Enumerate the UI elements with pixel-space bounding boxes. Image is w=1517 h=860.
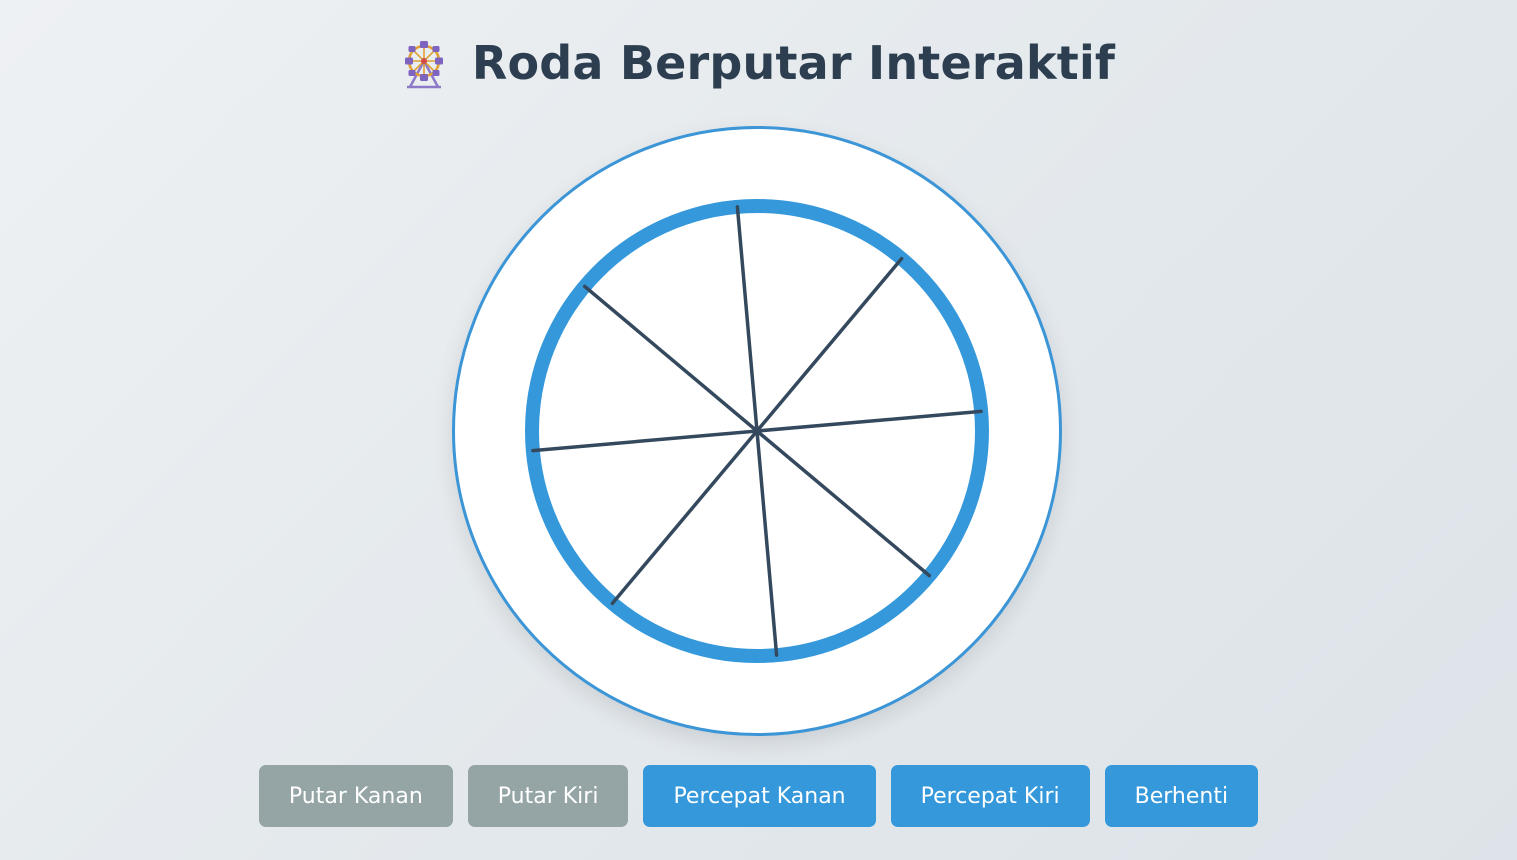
rotate-right-button[interactable]: Putar Kanan	[258, 765, 453, 827]
rotate-left-button[interactable]: Putar Kiri	[467, 765, 629, 827]
wheel[interactable]	[455, 129, 1059, 733]
ferris-wheel-icon	[404, 41, 443, 89]
stop-button[interactable]: Berhenti	[1104, 765, 1259, 827]
page-title: Roda Berputar Interaktif	[471, 36, 1116, 90]
header: Roda Berputar Interaktif	[0, 36, 1517, 90]
controls: Putar Kanan Putar Kiri Percepat Kanan Pe…	[0, 765, 1517, 827]
speed-up-left-button[interactable]: Percepat Kiri	[890, 765, 1090, 827]
speed-up-right-button[interactable]: Percepat Kanan	[643, 765, 876, 827]
wheel-container	[452, 126, 1062, 736]
wheel-hub	[754, 428, 760, 434]
